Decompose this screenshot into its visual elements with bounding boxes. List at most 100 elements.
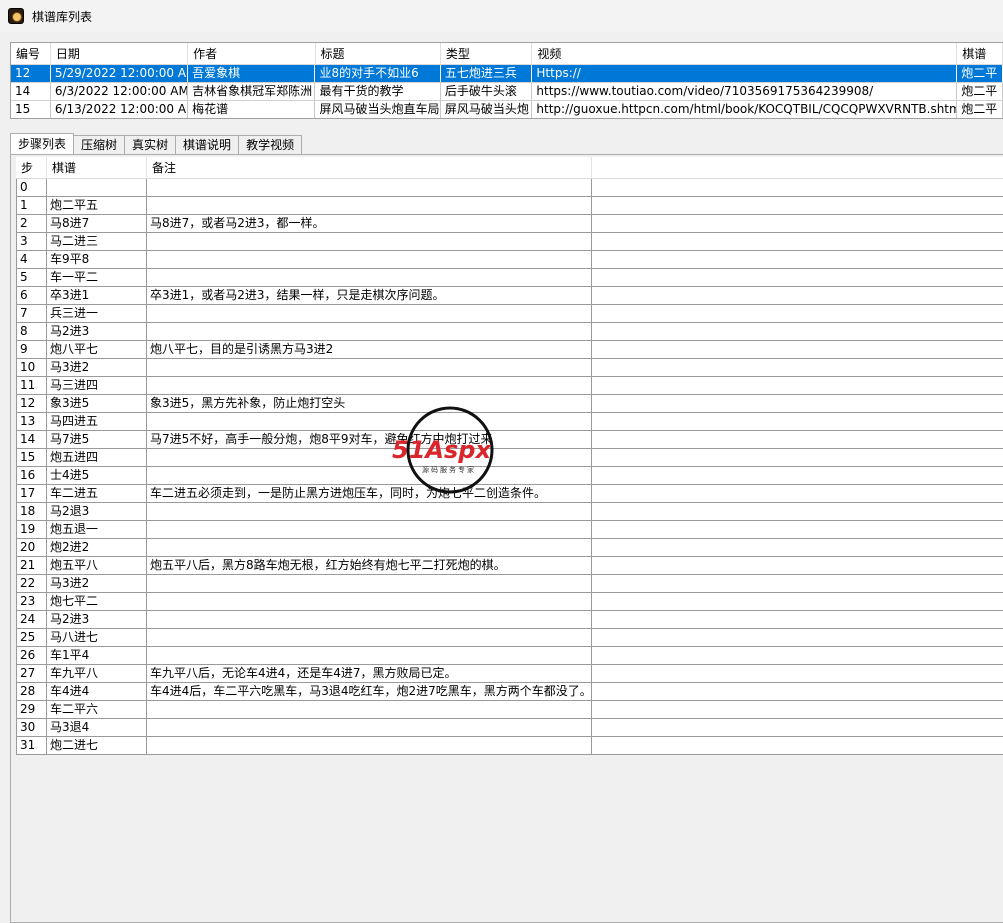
step-row[interactable]: 3 马二进三 bbox=[16, 233, 1003, 251]
step-cell-number[interactable]: 4 bbox=[16, 251, 47, 268]
step-cell-number[interactable]: 20 bbox=[16, 539, 47, 556]
step-cell-note[interactable] bbox=[147, 359, 592, 376]
column-header-author[interactable]: 作者 bbox=[188, 43, 316, 64]
step-cell-note[interactable] bbox=[147, 179, 592, 196]
record-cell-type[interactable]: 五七炮进三兵 bbox=[441, 65, 533, 82]
step-row[interactable]: 12 象3进5 象3进5，黑方先补象，防止炮打空头 bbox=[16, 395, 1003, 413]
column-header-note[interactable]: 备注 bbox=[147, 157, 592, 178]
step-cell-move[interactable]: 炮二进七 bbox=[47, 737, 147, 754]
tab-steps[interactable]: 步骤列表 bbox=[10, 133, 75, 154]
step-cell-number[interactable]: 1 bbox=[16, 197, 47, 214]
step-row[interactable]: 24 马2进3 bbox=[16, 611, 1003, 629]
step-row[interactable]: 16 士4进5 bbox=[16, 467, 1003, 485]
step-row[interactable]: 9 炮八平七 炮八平七，目的是引诱黑方马3进2 bbox=[16, 341, 1003, 359]
record-cell-id[interactable]: 15 bbox=[11, 101, 51, 118]
step-cell-note[interactable] bbox=[147, 305, 592, 322]
column-header-video[interactable]: 视频 bbox=[532, 43, 958, 64]
step-row[interactable]: 22 马3进2 bbox=[16, 575, 1003, 593]
step-cell-move[interactable]: 马7进5 bbox=[47, 431, 147, 448]
record-cell-title[interactable]: 最有干货的教学 bbox=[315, 83, 441, 100]
record-cell-video[interactable]: https://www.toutiao.com/video/7103569175… bbox=[532, 83, 958, 100]
step-cell-note[interactable] bbox=[147, 413, 592, 430]
step-cell-note[interactable] bbox=[147, 269, 592, 286]
step-row[interactable]: 6 卒3进1 卒3进1，或者马2进3，结果一样，只是走棋次序问题。 bbox=[16, 287, 1003, 305]
step-cell-note[interactable]: 车4进4后，车二平六吃黑车，马3退4吃红车，炮2进7吃黑车，黑方两个车都没了。 bbox=[147, 683, 592, 700]
record-cell-video[interactable]: http://guoxue.httpcn.com/html/book/KOCQT… bbox=[532, 101, 958, 118]
step-row[interactable]: 28 车4进4 车4进4后，车二平六吃黑车，马3退4吃红车，炮2进7吃黑车，黑方两个… bbox=[16, 683, 1003, 701]
step-cell-note[interactable] bbox=[147, 233, 592, 250]
step-cell-note[interactable] bbox=[147, 719, 592, 736]
step-cell-move[interactable]: 马二进三 bbox=[47, 233, 147, 250]
record-cell-date[interactable]: 6/13/2022 12:00:00 AM bbox=[51, 101, 189, 118]
step-row[interactable]: 0 bbox=[16, 179, 1003, 197]
step-row[interactable]: 15 炮五进四 bbox=[16, 449, 1003, 467]
step-cell-number[interactable]: 9 bbox=[16, 341, 47, 358]
tab-real-tree[interactable]: 真实树 bbox=[124, 135, 177, 154]
step-cell-number[interactable]: 3 bbox=[16, 233, 47, 250]
step-cell-move[interactable]: 车4进4 bbox=[47, 683, 147, 700]
record-cell-id[interactable]: 14 bbox=[11, 83, 51, 100]
tab-compressed-tree[interactable]: 压缩树 bbox=[73, 135, 126, 154]
record-cell-title[interactable]: 屏风马破当头炮直车局 bbox=[315, 101, 441, 118]
step-cell-move[interactable]: 马八进七 bbox=[47, 629, 147, 646]
step-cell-note[interactable] bbox=[147, 593, 592, 610]
step-cell-number[interactable]: 15 bbox=[16, 449, 47, 466]
step-cell-move[interactable]: 马四进五 bbox=[47, 413, 147, 430]
step-cell-note[interactable] bbox=[147, 611, 592, 628]
step-cell-note[interactable] bbox=[147, 521, 592, 538]
step-cell-number[interactable]: 10 bbox=[16, 359, 47, 376]
record-cell-author[interactable]: 吉林省象棋冠军郑陈洲 bbox=[188, 83, 316, 100]
record-row[interactable]: 14 6/3/2022 12:00:00 AM 吉林省象棋冠军郑陈洲 最有干货的教学后… bbox=[11, 83, 1003, 101]
record-row[interactable]: 15 6/13/2022 12:00:00 AM 梅花谱 屏风马破当头炮直车局 屏风马破… bbox=[11, 101, 1003, 118]
step-cell-move[interactable]: 兵三进一 bbox=[47, 305, 147, 322]
step-cell-note[interactable] bbox=[147, 737, 592, 754]
step-row[interactable]: 21 炮五平八 炮五平八后，黑方8路车炮无根，红方始终有炮七平二打死炮的棋。 bbox=[16, 557, 1003, 575]
record-cell-type[interactable]: 后手破牛头滚 bbox=[441, 83, 533, 100]
step-cell-number[interactable]: 26 bbox=[16, 647, 47, 664]
step-cell-move[interactable]: 象3进5 bbox=[47, 395, 147, 412]
step-cell-move[interactable]: 炮2进2 bbox=[47, 539, 147, 556]
step-cell-move[interactable]: 马3进2 bbox=[47, 359, 147, 376]
column-header-type[interactable]: 类型 bbox=[441, 43, 533, 64]
step-cell-number[interactable]: 14 bbox=[16, 431, 47, 448]
step-row[interactable]: 14 马7进5 马7进5不好，高手一般分炮，炮8平9对车，避免红方中炮打过来 bbox=[16, 431, 1003, 449]
step-cell-note[interactable]: 车二进五必须走到，一是防止黑方进炮压车，同时，为炮七平二创造条件。 bbox=[147, 485, 592, 502]
step-cell-note[interactable] bbox=[147, 323, 592, 340]
tab-notes[interactable]: 棋谱说明 bbox=[175, 135, 240, 154]
step-cell-number[interactable]: 23 bbox=[16, 593, 47, 610]
step-cell-move[interactable]: 士4进5 bbox=[47, 467, 147, 484]
step-cell-number[interactable]: 16 bbox=[16, 467, 47, 484]
record-cell-date[interactable]: 5/29/2022 12:00:00 AM bbox=[51, 65, 189, 82]
step-cell-note[interactable] bbox=[147, 251, 592, 268]
step-cell-move[interactable]: 炮五平八 bbox=[47, 557, 147, 574]
record-cell-date[interactable]: 6/3/2022 12:00:00 AM bbox=[51, 83, 189, 100]
step-cell-move[interactable]: 车1平4 bbox=[47, 647, 147, 664]
step-cell-number[interactable]: 2 bbox=[16, 215, 47, 232]
step-cell-move[interactable]: 车一平二 bbox=[47, 269, 147, 286]
column-header-title[interactable]: 标题 bbox=[316, 43, 441, 64]
step-row[interactable]: 27 车九平八 车九平八后，无论车4进4，还是车4进7，黑方败局已定。 bbox=[16, 665, 1003, 683]
step-cell-move[interactable]: 马2退3 bbox=[47, 503, 147, 520]
step-cell-note[interactable]: 车九平八后，无论车4进4，还是车4进7，黑方败局已定。 bbox=[147, 665, 592, 682]
step-row[interactable]: 29 车二平六 bbox=[16, 701, 1003, 719]
step-cell-move[interactable]: 炮二平五 bbox=[47, 197, 147, 214]
step-row[interactable]: 7 兵三进一 bbox=[16, 305, 1003, 323]
record-row[interactable]: 12 5/29/2022 12:00:00 AM 吾爱象棋 业8的对手不如业6 五七炮进… bbox=[11, 65, 1003, 83]
step-row[interactable]: 5 车一平二 bbox=[16, 269, 1003, 287]
step-cell-note[interactable]: 马8进7，或者马2进3，都一样。 bbox=[147, 215, 592, 232]
step-cell-number[interactable]: 13 bbox=[16, 413, 47, 430]
step-row[interactable]: 18 马2退3 bbox=[16, 503, 1003, 521]
step-cell-note[interactable] bbox=[147, 503, 592, 520]
step-cell-note[interactable] bbox=[147, 629, 592, 646]
step-row[interactable]: 19 炮五退一 bbox=[16, 521, 1003, 539]
step-cell-number[interactable]: 27 bbox=[16, 665, 47, 682]
step-cell-move[interactable]: 马3进2 bbox=[47, 575, 147, 592]
column-header-move[interactable]: 棋谱 bbox=[47, 157, 147, 178]
step-cell-note[interactable]: 马7进5不好，高手一般分炮，炮8平9对车，避免红方中炮打过来 bbox=[147, 431, 592, 448]
step-cell-move[interactable]: 马三进四 bbox=[47, 377, 147, 394]
step-cell-move[interactable]: 马2进3 bbox=[47, 323, 147, 340]
step-cell-number[interactable]: 24 bbox=[16, 611, 47, 628]
step-cell-note[interactable] bbox=[147, 449, 592, 466]
step-cell-move[interactable]: 车二进五 bbox=[47, 485, 147, 502]
step-cell-number[interactable]: 22 bbox=[16, 575, 47, 592]
